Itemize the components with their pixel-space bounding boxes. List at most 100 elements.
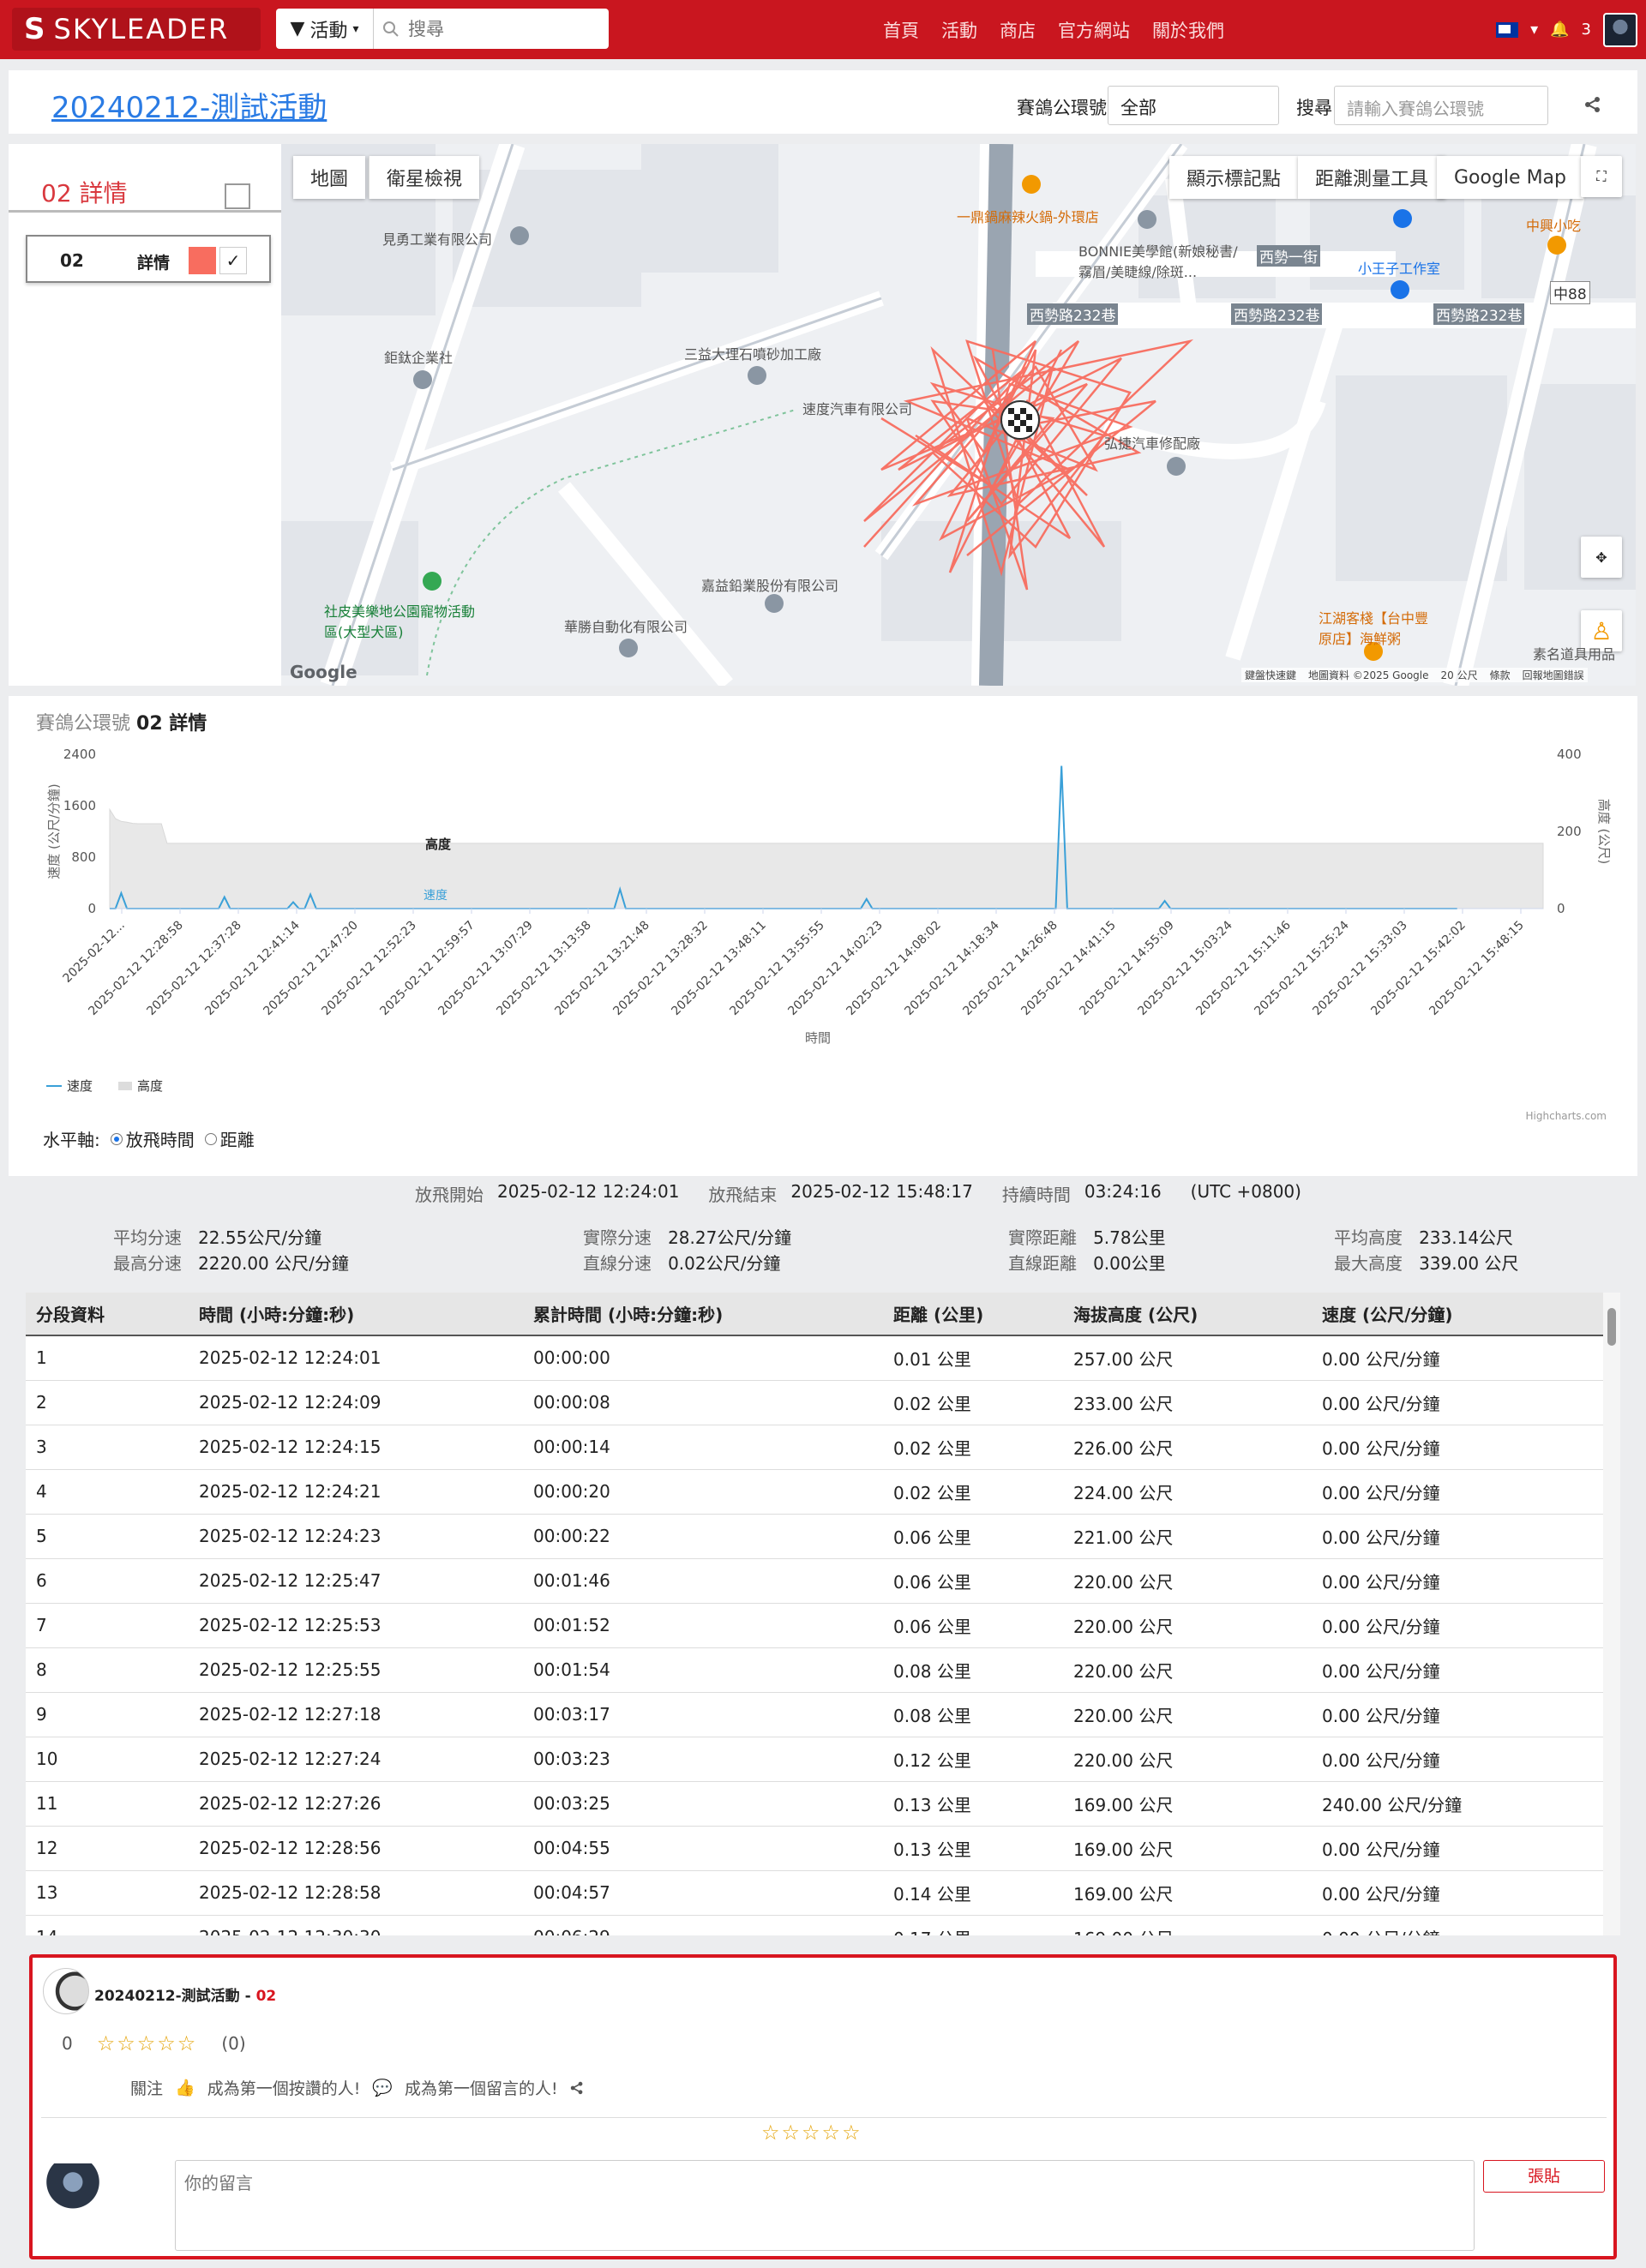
flight-map[interactable]: 地圖 衛星檢視 顯示標記點 距離測量工具 Google Map ⛶ ✥ ♙ 見勇… [281, 144, 1636, 686]
ring-search-input[interactable]: 請輸入賽鴿公環號 [1334, 86, 1548, 125]
column-header[interactable]: 時間 (小時:分鐘:秒) [189, 1293, 523, 1336]
column-header[interactable]: 海拔高度 (公尺) [1063, 1293, 1312, 1336]
table-row[interactable]: 142025-02-12 12:30:3000:06:290.17 公里169.… [26, 1915, 1603, 1935]
map-scale: 20 公尺 [1440, 669, 1478, 681]
google-logo: Google [290, 662, 357, 682]
pigeon-checkbox[interactable]: ✓ [219, 247, 247, 274]
table-cell: 0.06 公里 [883, 1558, 1063, 1604]
nav-link-shop[interactable]: 商店 [1000, 17, 1036, 43]
column-header[interactable]: 速度 (公尺/分鐘) [1312, 1293, 1603, 1336]
user-avatar[interactable] [1603, 12, 1637, 47]
table-row[interactable]: 2 2025-02-12 12:24:09 00:00:08 0.02 公里 233.0… [26, 1380, 1603, 1425]
avg-speed: 平均分速 22.55公尺/分鐘 [113, 1227, 322, 1248]
post-comment-button[interactable]: 張貼 [1483, 2160, 1605, 2193]
table-row[interactable]: 9 2025-02-12 12:27:18 00:03:17 0.08 公里 220.0… [26, 1692, 1603, 1737]
table-cell: 0.00 公尺/分鐘 [1312, 1915, 1603, 1935]
flight-stats: 放飛開始 2025-02-12 12:24:01 放飛結束 2025-02-12… [9, 1176, 1637, 1277]
fullscreen-icon[interactable]: ⛶ [1581, 156, 1622, 197]
table-cell: 00:04:57 [523, 1870, 883, 1916]
follow-button[interactable]: 關注 [130, 2076, 163, 2099]
table-cell: 0.13 公里 [883, 1826, 1063, 1871]
table-cell: 0.00 公尺/分鐘 [1312, 1647, 1603, 1693]
table-row[interactable]: 1 2025-02-12 12:24:01 00:00:00 0.01 公里 257.0… [26, 1335, 1603, 1381]
table-cell: 0.00 公尺/分鐘 [1312, 1558, 1603, 1604]
share-icon[interactable] [570, 2081, 584, 2095]
nav-link-home[interactable]: 首頁 [883, 17, 919, 43]
pigeon-card[interactable]: 02 詳情 ✓ [26, 235, 271, 283]
share-icon[interactable] [1584, 96, 1601, 113]
keyboard-shortcuts-link[interactable]: 鍵盤快速鍵 [1245, 668, 1296, 682]
x-tick-label: 2025-02-12 14:08:02 [844, 919, 943, 1018]
comment-rating-stars-icon[interactable]: ☆☆☆☆☆ [761, 2121, 862, 2145]
show-markers-button[interactable]: 顯示標記點 [1169, 156, 1299, 199]
table-row[interactable]: 4 2025-02-12 12:24:21 00:00:20 0.02 公里 224.0… [26, 1469, 1603, 1515]
table-cell: 257.00 公尺 [1063, 1335, 1312, 1381]
language-flag-icon[interactable] [1496, 21, 1519, 38]
rating-stars-icon[interactable]: ☆☆☆☆☆ [97, 2031, 198, 2055]
table-row[interactable]: 5 2025-02-12 12:24:23 00:00:22 0.06 公里 221.0… [26, 1514, 1603, 1559]
table-row[interactable]: 10 2025-02-12 12:27:24 00:03:23 0.12 公里 220.… [26, 1737, 1603, 1782]
terms-link[interactable]: 條款 [1490, 668, 1511, 682]
language-caret-icon[interactable]: ▾ [1530, 21, 1538, 39]
x-axis-distance-option[interactable]: 距離 [204, 1126, 255, 1151]
map-tab-satellite[interactable]: 衛星檢視 [369, 156, 480, 199]
table-row[interactable]: 8 2025-02-12 12:25:55 00:01:54 0.08 公里 220.0… [26, 1647, 1603, 1693]
table-row[interactable]: 7 2025-02-12 12:25:53 00:01:52 0.06 公里 220.0… [26, 1603, 1603, 1648]
table-row[interactable]: 3 2025-02-12 12:24:15 00:00:14 0.02 公里 226.0… [26, 1425, 1603, 1470]
google-map-button[interactable]: Google Map [1437, 156, 1584, 199]
table-cell: 220.00 公尺 [1063, 1692, 1312, 1737]
select-all-checkbox[interactable] [225, 183, 250, 209]
page-title[interactable]: 20240212-測試活動 [51, 84, 327, 126]
table-cell: 2025-02-12 12:24:09 [189, 1380, 523, 1425]
column-header[interactable]: 距離 (公里) [883, 1293, 1063, 1336]
scrollbar-thumb[interactable] [1607, 1308, 1616, 1346]
nav-link-official-site[interactable]: 官方網站 [1058, 17, 1130, 43]
thumbs-up-icon[interactable]: 👍 [175, 2078, 195, 2097]
table-row[interactable]: 12 2025-02-12 12:28:56 00:04:55 0.13 公里 169.… [26, 1826, 1603, 1871]
nav-right: ▾ 🔔 3 [1496, 0, 1637, 59]
pigeon-panel-header: 02 詳情 [9, 153, 281, 213]
bell-icon[interactable]: 🔔 [1550, 21, 1569, 39]
comment-textarea[interactable] [175, 2160, 1475, 2251]
speed-altitude-chart[interactable]: 0800160024000200400速度 (公尺/分鐘) 高度 (公尺)高度速度… [9, 696, 1637, 1125]
table-cell: 00:00:14 [523, 1425, 883, 1470]
timezone: (UTC +0800) [1190, 1181, 1301, 1202]
table-row[interactable]: 11 2025-02-12 12:27:26 00:03:25 0.13 公里 169.… [26, 1781, 1603, 1827]
x-axis-time-option[interactable]: 放飛時間 [110, 1126, 195, 1151]
nav-link-about[interactable]: 關於我們 [1152, 17, 1224, 43]
nav-link-activities[interactable]: 活動 [941, 17, 977, 43]
skyleader-logo[interactable]: S SKYLEADER [12, 8, 261, 51]
table-cell: 0.00 公尺/分鐘 [1312, 1335, 1603, 1381]
detail-chart-panel: 賽鴿公環號 02 詳情 0 800 1600 2400 0 200 400 速度 (公尺/分鐘… [9, 696, 1637, 1176]
distance-tool-button[interactable]: 距離測量工具 [1298, 156, 1446, 199]
track-color-swatch[interactable] [189, 247, 216, 274]
x-tick-label: 2025-02-12 14:55:09 [1077, 919, 1176, 1018]
table-row[interactable]: 13 2025-02-12 12:28:58 00:04:57 0.14 公里 169.… [26, 1870, 1603, 1916]
table-cell: 224.00 公尺 [1063, 1469, 1312, 1515]
table-row[interactable]: 6 2025-02-12 12:25:47 00:01:46 0.06 公里 220.0… [26, 1558, 1603, 1604]
pigeon-detail-link[interactable]: 詳情 [137, 250, 170, 273]
nav-search-input[interactable] [408, 18, 597, 39]
map-tab-map[interactable]: 地圖 [293, 156, 366, 199]
camera-control-icon[interactable]: ✥ [1581, 537, 1622, 578]
table-cell: 7 [26, 1603, 189, 1648]
poi-label: 小王子工作室 [1358, 261, 1441, 277]
segment-table[interactable]: 分段資料 時間 (小時:分鐘:秒) 累計時間 (小時:分鐘:秒) 距離 (公里) 海拔高… [26, 1293, 1620, 1935]
report-error-link[interactable]: 回報地圖錯誤 [1523, 668, 1584, 682]
table-cell: 00:06:29 [523, 1915, 883, 1935]
table-cell: 2 [26, 1380, 189, 1425]
table-cell: 0.00 公尺/分鐘 [1312, 1870, 1603, 1916]
table-scrollbar[interactable] [1603, 1293, 1620, 1935]
column-header[interactable]: 累計時間 (小時:分鐘:秒) [523, 1293, 883, 1336]
table-cell: 3 [26, 1425, 189, 1470]
table-cell: 221.00 公尺 [1063, 1514, 1312, 1559]
comment-bubble-icon[interactable]: 💬 [372, 2078, 393, 2097]
first-like-link[interactable]: 成為第一個按讚的人! [207, 2076, 361, 2099]
first-comment-link[interactable]: 成為第一個留言的人! [405, 2076, 558, 2099]
road-label: 西勢路232巷 [1433, 303, 1525, 325]
column-header[interactable]: 分段資料 [26, 1293, 189, 1336]
poi-label: 鉅鈦企業社 [384, 350, 454, 366]
activity-filter-dropdown[interactable]: ▼ 活動 ▾ [276, 9, 374, 49]
ring-number-select[interactable]: 全部 [1108, 86, 1279, 125]
x-tick-label: 2025-02-12 12:47:20 [261, 919, 360, 1018]
